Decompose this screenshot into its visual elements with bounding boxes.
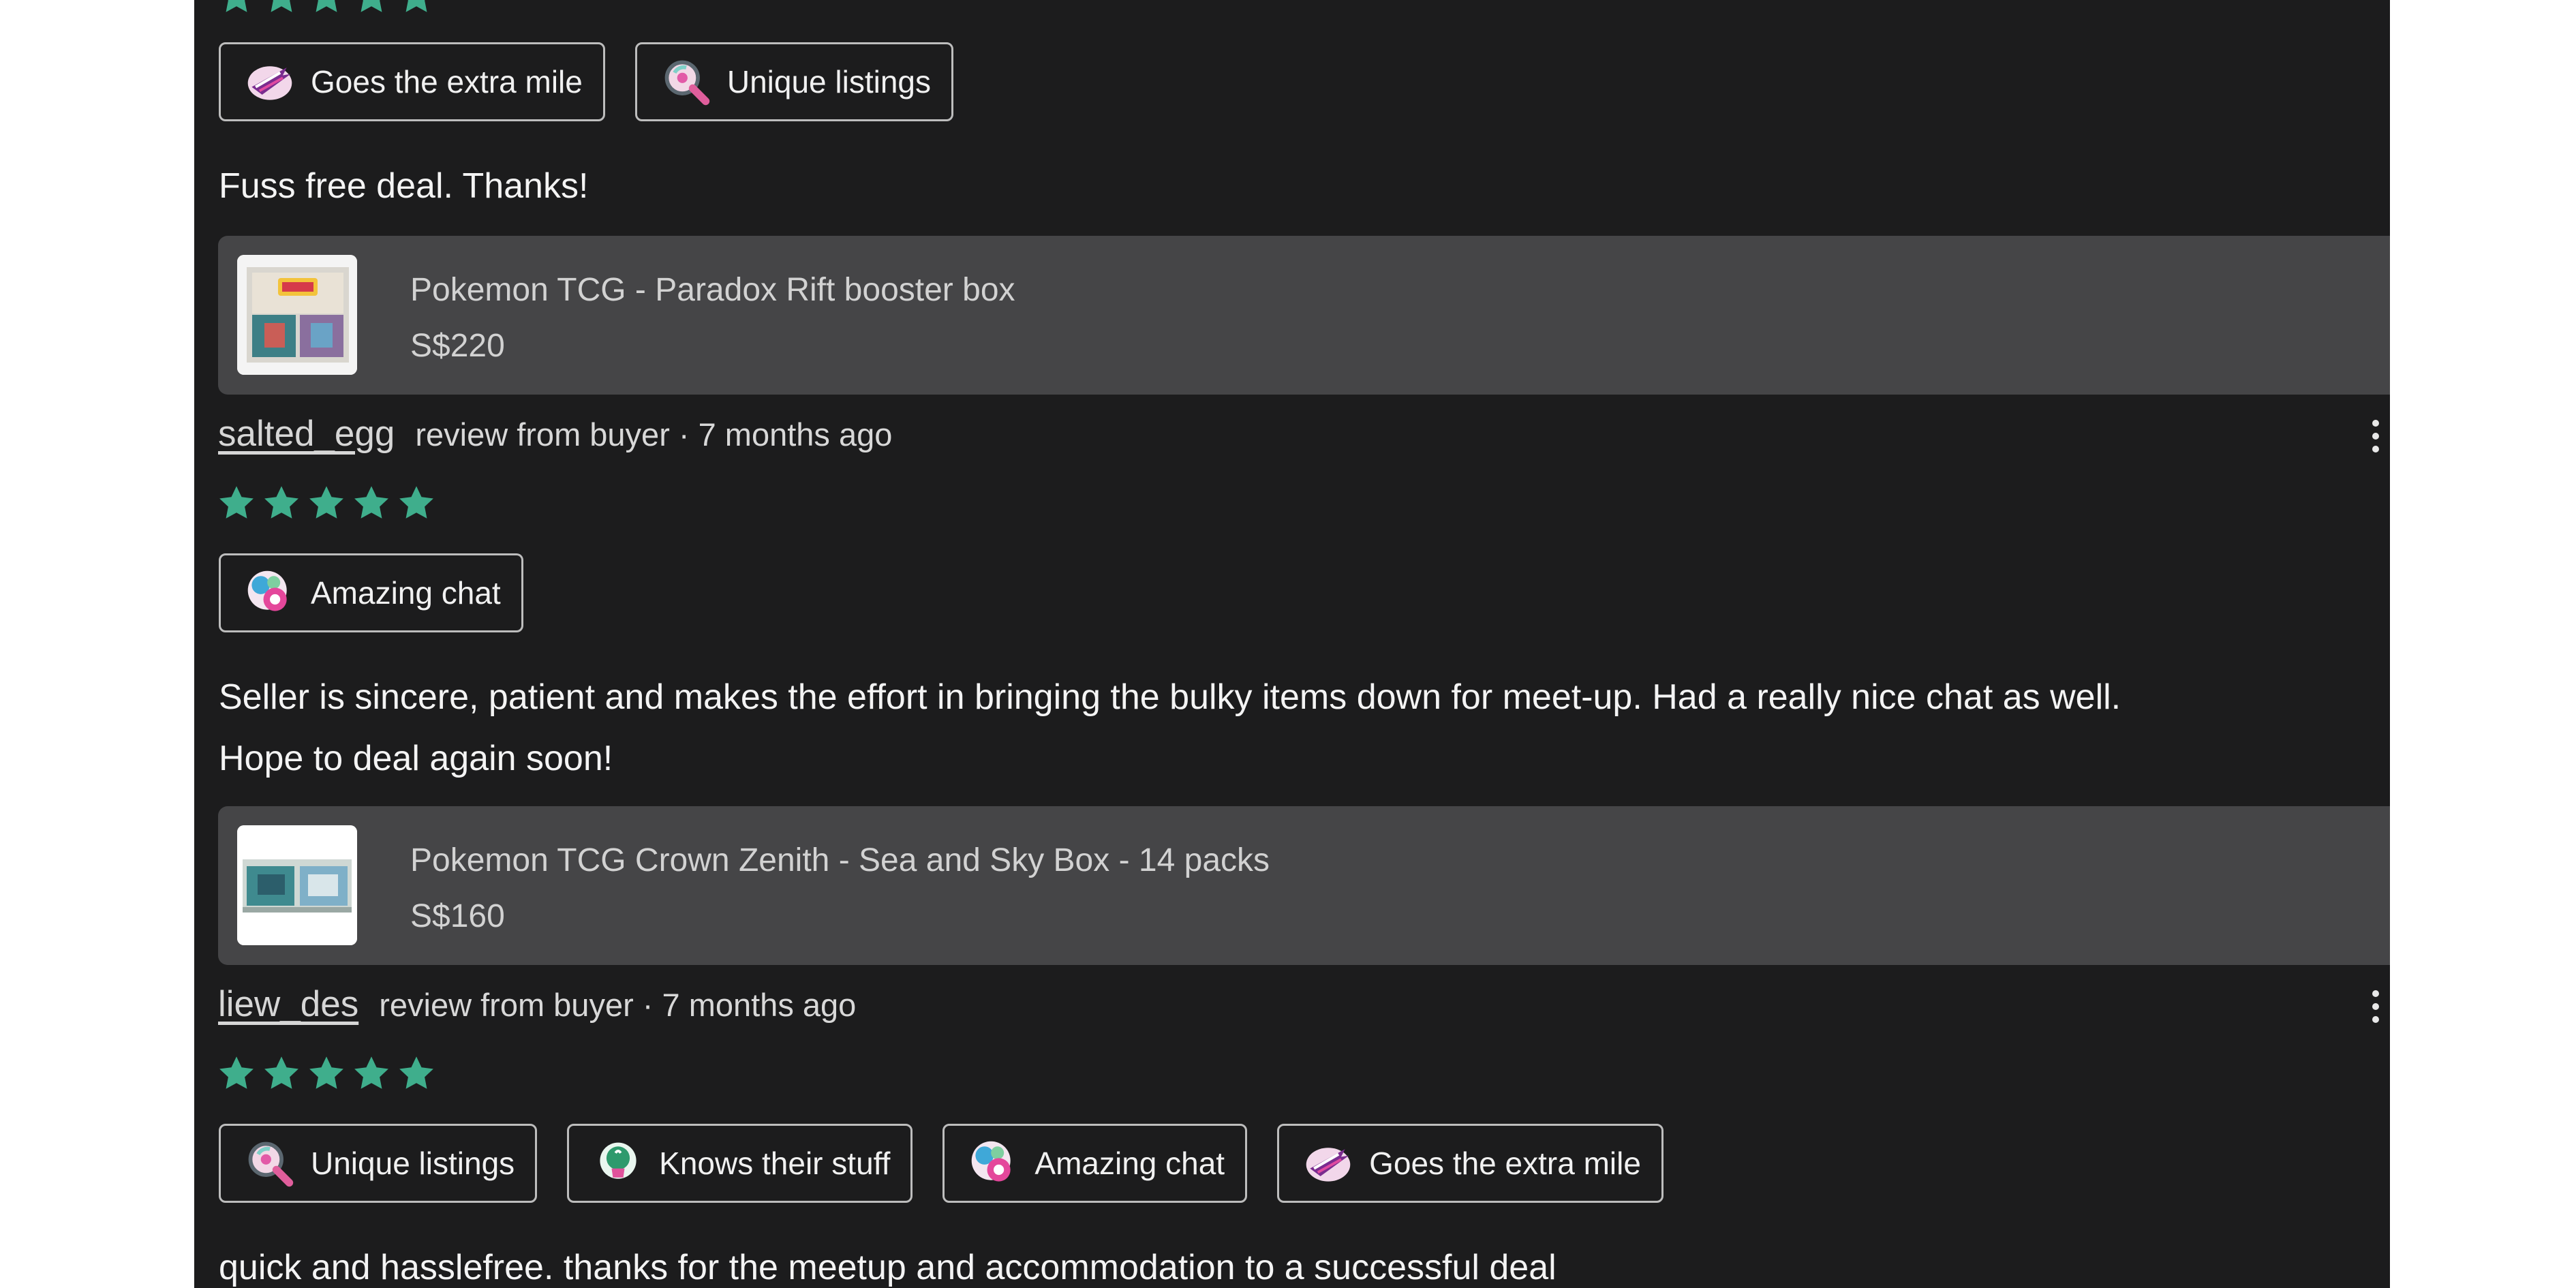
review-tags: Goes the extra mile Unique listings	[219, 42, 954, 121]
tag-amazing-chat[interactable]: Amazing chat	[219, 553, 523, 632]
more-options-icon[interactable]	[2362, 409, 2389, 463]
tag-unique-listings[interactable]: Unique listings	[219, 1124, 538, 1203]
unique-listings-icon	[244, 1137, 296, 1189]
listing-title: Pokemon TCG Crown Zenith - Sea and Sky B…	[410, 842, 1270, 878]
star-icon	[262, 483, 301, 523]
listing-thumbnail	[237, 825, 357, 945]
tag-label: Amazing chat	[311, 575, 501, 611]
tag-label: Unique listings	[311, 1146, 515, 1181]
review-text: Fuss free deal. Thanks!	[219, 166, 589, 206]
review-text-line: Hope to deal again soon!	[219, 739, 613, 778]
reviewer-username[interactable]: salted_egg	[218, 413, 395, 455]
more-options-icon[interactable]	[2362, 979, 2389, 1034]
tag-knows-their-stuff[interactable]: Knows their stuff	[567, 1124, 913, 1203]
star-icon	[307, 0, 346, 16]
extra-mile-icon	[1302, 1137, 1354, 1189]
amazing-chat-icon	[244, 567, 296, 619]
rating-stars	[217, 483, 436, 523]
tag-label: Unique listings	[726, 64, 932, 99]
star-icon	[352, 0, 391, 16]
star-icon	[307, 1054, 346, 1093]
tag-unique-listings[interactable]: Unique listings	[634, 42, 954, 121]
listing-card[interactable]: Pokemon TCG Crown Zenith - Sea and Sky B…	[218, 806, 2390, 965]
tag-goes-the-extra-mile[interactable]: Goes the extra mile	[219, 42, 605, 121]
unique-listings-icon	[660, 56, 712, 108]
rating-stars	[217, 1054, 436, 1093]
amazing-chat-icon	[968, 1137, 1019, 1189]
listing-price: S$220	[410, 328, 505, 364]
tag-label: Knows their stuff	[659, 1146, 891, 1181]
star-icon	[262, 0, 301, 16]
review-meta: review from buyer · 7 months ago	[415, 416, 893, 453]
review-text: Seller is sincere, patient and makes the…	[219, 666, 2390, 789]
star-icon	[262, 1054, 301, 1093]
star-icon	[397, 0, 436, 16]
review-header: salted_egg review from buyer · 7 months …	[218, 413, 892, 455]
review-meta: review from buyer · 7 months ago	[379, 987, 857, 1023]
review-tags: Amazing chat	[219, 553, 523, 632]
star-icon	[217, 0, 256, 16]
tag-goes-the-extra-mile[interactable]: Goes the extra mile	[1277, 1124, 1663, 1203]
review-text: quick and hasslefree. thanks for the mee…	[219, 1248, 1557, 1287]
star-icon	[352, 1054, 391, 1093]
reviewer-username[interactable]: liew_des	[218, 983, 358, 1025]
reviews-panel: Goes the extra mile Unique listings Fuss…	[194, 0, 2390, 1288]
star-icon	[397, 1054, 436, 1093]
review-header: liew_des review from buyer · 7 months ag…	[218, 983, 856, 1025]
tag-amazing-chat[interactable]: Amazing chat	[942, 1124, 1248, 1203]
star-icon	[217, 483, 256, 523]
tag-label: Goes the extra mile	[311, 64, 583, 99]
star-icon	[397, 483, 436, 523]
review-text-line: Seller is sincere, patient and makes the…	[219, 677, 2121, 717]
star-icon	[352, 483, 391, 523]
tag-label: Amazing chat	[1034, 1146, 1225, 1181]
star-icon	[217, 1054, 256, 1093]
listing-price: S$160	[410, 898, 505, 934]
rating-stars	[217, 0, 436, 16]
star-icon	[307, 483, 346, 523]
extra-mile-icon	[244, 56, 296, 108]
listing-card[interactable]: Pokemon TCG - Paradox Rift booster box S…	[218, 236, 2390, 395]
listing-thumbnail	[237, 255, 357, 375]
knows-their-stuff-icon	[592, 1137, 644, 1189]
review-tags: Unique listings Knows their stuff Amazin…	[219, 1124, 1663, 1203]
listing-title: Pokemon TCG - Paradox Rift booster box	[410, 272, 1015, 308]
tag-label: Goes the extra mile	[1369, 1146, 1641, 1181]
